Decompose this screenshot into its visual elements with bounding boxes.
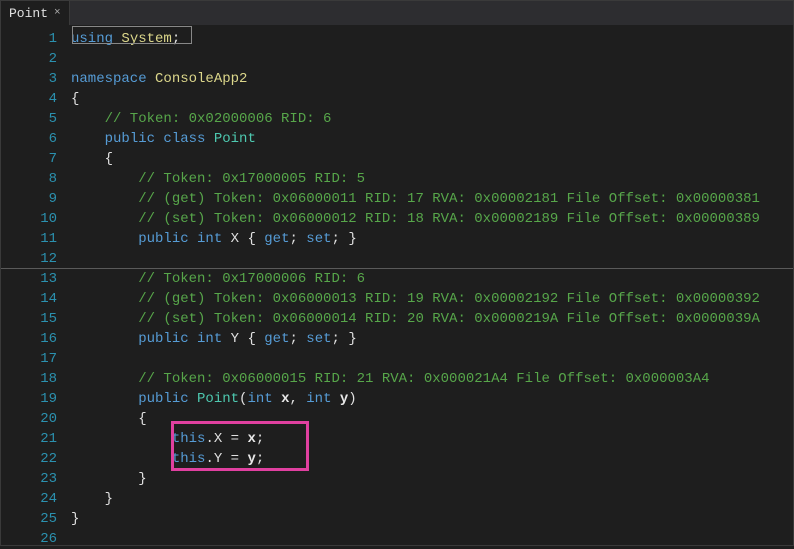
line-number: 22 — [1, 449, 71, 469]
line-number: 17 — [1, 349, 71, 369]
line-number: 4 — [1, 89, 71, 109]
code-line: public int X { get; set; } — [71, 229, 793, 249]
tab-bar: Point × — [1, 1, 793, 25]
code-line — [71, 49, 793, 69]
code-editor[interactable]: 1 2 3 4 5 6 7 8 9 10 11 12 13 14 15 16 1… — [1, 25, 793, 545]
code-line — [71, 349, 793, 369]
line-number: 5 — [1, 109, 71, 129]
code-line: } — [71, 489, 793, 509]
line-number: 16 — [1, 329, 71, 349]
code-line: // Token: 0x02000006 RID: 6 — [71, 109, 793, 129]
code-line: // (set) Token: 0x06000014 RID: 20 RVA: … — [71, 309, 793, 329]
line-number: 20 — [1, 409, 71, 429]
code-line: // (get) Token: 0x06000013 RID: 19 RVA: … — [71, 289, 793, 309]
code-line: { — [71, 149, 793, 169]
close-icon[interactable]: × — [54, 7, 61, 19]
code-line: { — [71, 89, 793, 109]
code-line: { — [71, 409, 793, 429]
tab-point[interactable]: Point × — [1, 1, 70, 25]
code-line: namespace ConsoleApp2 — [71, 69, 793, 89]
code-line: public Point(int x, int y) — [71, 389, 793, 409]
code-line: this.X = x; — [71, 429, 793, 449]
region-divider — [1, 268, 793, 269]
line-number: 23 — [1, 469, 71, 489]
line-number: 2 — [1, 49, 71, 69]
code-line: } — [71, 509, 793, 529]
code-line: public int Y { get; set; } — [71, 329, 793, 349]
line-number: 13 — [1, 269, 71, 289]
line-number: 26 — [1, 529, 71, 549]
line-number: 1 — [1, 29, 71, 49]
code-line — [71, 529, 793, 549]
line-number: 10 — [1, 209, 71, 229]
code-line: // Token: 0x06000015 RID: 21 RVA: 0x0000… — [71, 369, 793, 389]
line-number: 8 — [1, 169, 71, 189]
line-number: 25 — [1, 509, 71, 529]
line-number: 7 — [1, 149, 71, 169]
code-line: using System; — [71, 29, 793, 49]
code-line: public class Point — [71, 129, 793, 149]
line-number: 3 — [1, 69, 71, 89]
line-number: 6 — [1, 129, 71, 149]
line-number: 21 — [1, 429, 71, 449]
code-line: } — [71, 469, 793, 489]
code-line: // (set) Token: 0x06000012 RID: 18 RVA: … — [71, 209, 793, 229]
line-number-gutter: 1 2 3 4 5 6 7 8 9 10 11 12 13 14 15 16 1… — [1, 25, 71, 545]
line-number: 19 — [1, 389, 71, 409]
tab-title: Point — [9, 6, 48, 21]
line-number: 12 — [1, 249, 71, 269]
line-number: 9 — [1, 189, 71, 209]
code-line: // (get) Token: 0x06000011 RID: 17 RVA: … — [71, 189, 793, 209]
line-number: 11 — [1, 229, 71, 249]
code-line — [71, 249, 793, 269]
code-line: // Token: 0x17000005 RID: 5 — [71, 169, 793, 189]
code-line: this.Y = y; — [71, 449, 793, 469]
line-number: 18 — [1, 369, 71, 389]
code-area[interactable]: using System; namespace ConsoleApp2 { //… — [71, 25, 793, 545]
line-number: 15 — [1, 309, 71, 329]
line-number: 24 — [1, 489, 71, 509]
line-number: 14 — [1, 289, 71, 309]
code-line: // Token: 0x17000006 RID: 6 — [71, 269, 793, 289]
